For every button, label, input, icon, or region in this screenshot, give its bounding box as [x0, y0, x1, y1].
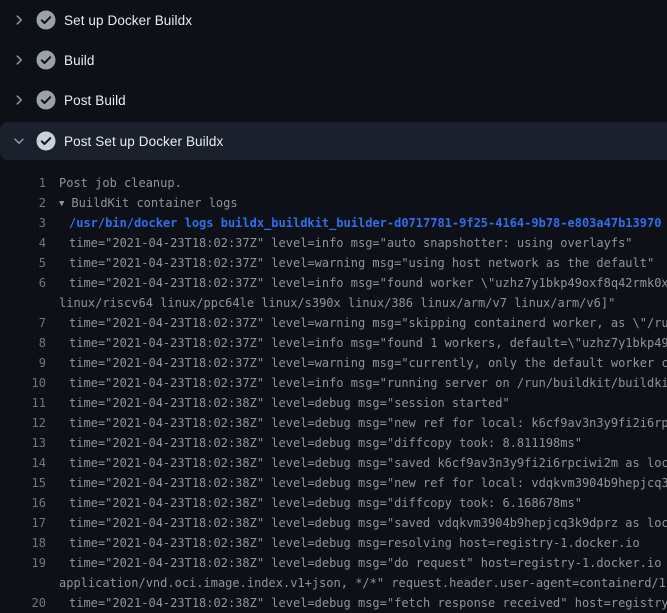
line-number[interactable]: 12 — [0, 413, 46, 433]
line-number[interactable]: 9 — [0, 353, 46, 373]
chevron-right-icon — [12, 93, 26, 107]
log-line: 5 time="2021-04-23T18:02:37Z" level=warni… — [0, 253, 667, 273]
log-viewer: 1 Post job cleanup. 2 ▼ BuildKit container l… — [0, 160, 667, 613]
log-line: 3/usr/bin/docker logs buildx_buildkit_bu… — [0, 213, 667, 233]
log-text: application/vnd.oci.image.index.v1+json,… — [59, 573, 667, 593]
log-line: 14 time="2021-04-23T18:02:38Z" level=debu… — [0, 453, 667, 473]
group-collapse-icon: ▼ — [59, 194, 64, 214]
log-line: 4 time="2021-04-23T18:02:37Z" level=info … — [0, 233, 667, 253]
line-number[interactable]: 17 — [0, 513, 46, 533]
log-line: 19 time="2021-04-23T18:02:38Z" level=debu… — [0, 553, 667, 573]
line-number — [0, 573, 46, 593]
log-line: linux/riscv64 linux/ppc64le linux/s390x … — [0, 293, 667, 313]
log-line: 17 time="2021-04-23T18:02:38Z" level=debu… — [0, 513, 667, 533]
log-line: 15 time="2021-04-23T18:02:38Z" level=debu… — [0, 473, 667, 493]
log-text: time="2021-04-23T18:02:37Z" level=warnin… — [69, 313, 667, 333]
log-command-text: /usr/bin/docker logs buildx_buildkit_bui… — [69, 213, 661, 233]
log-text: time="2021-04-23T18:02:38Z" level=debug … — [69, 433, 582, 453]
step-header-set-up-docker-buildx[interactable]: Set up Docker Buildx — [0, 0, 667, 40]
line-number[interactable]: 19 — [0, 553, 46, 573]
line-number[interactable]: 6 — [0, 273, 46, 293]
line-number[interactable]: 5 — [0, 253, 46, 273]
log-text: time="2021-04-23T18:02:38Z" level=debug … — [69, 553, 667, 573]
step-label: Post Set up Docker Buildx — [64, 134, 223, 149]
check-circle-icon — [36, 50, 56, 70]
chevron-right-icon — [12, 53, 26, 67]
log-text: linux/riscv64 linux/ppc64le linux/s390x … — [59, 293, 615, 313]
log-line: application/vnd.oci.image.index.v1+json,… — [0, 573, 667, 593]
log-line: 13 time="2021-04-23T18:02:38Z" level=debu… — [0, 433, 667, 453]
steps-list: Set up Docker Buildx Build Post Build Post … — [0, 0, 667, 160]
line-number[interactable]: 4 — [0, 233, 46, 253]
log-text: time="2021-04-23T18:02:38Z" level=debug … — [69, 393, 510, 413]
log-text: time="2021-04-23T18:02:37Z" level=warnin… — [69, 253, 654, 273]
log-text: time="2021-04-23T18:02:37Z" level=info m… — [69, 233, 633, 253]
step-label: Build — [64, 53, 95, 68]
line-number[interactable]: 11 — [0, 393, 46, 413]
line-number[interactable]: 13 — [0, 433, 46, 453]
line-number[interactable]: 2 — [0, 193, 46, 213]
line-number[interactable]: 14 — [0, 453, 46, 473]
log-line: 18 time="2021-04-23T18:02:38Z" level=debu… — [0, 533, 667, 553]
log-text: time="2021-04-23T18:02:38Z" level=debug … — [69, 533, 640, 553]
log-text: time="2021-04-23T18:02:38Z" level=debug … — [69, 493, 582, 513]
line-number[interactable]: 10 — [0, 373, 46, 393]
log-text: time="2021-04-23T18:02:37Z" level=warnin… — [69, 353, 667, 373]
line-number[interactable]: 7 — [0, 313, 46, 333]
check-circle-icon — [36, 131, 56, 151]
log-text: time="2021-04-23T18:02:37Z" level=info m… — [69, 373, 667, 393]
log-text: time="2021-04-23T18:02:38Z" level=debug … — [69, 593, 667, 613]
step-label: Post Build — [64, 93, 126, 108]
line-number[interactable]: 16 — [0, 493, 46, 513]
log-line: 12 time="2021-04-23T18:02:38Z" level=debu… — [0, 413, 667, 433]
line-number[interactable]: 20 — [0, 593, 46, 613]
log-group-title: BuildKit container logs — [71, 196, 237, 210]
log-line: 1 Post job cleanup. — [0, 173, 667, 193]
log-text: time="2021-04-23T18:02:38Z" level=debug … — [69, 473, 667, 493]
log-text: time="2021-04-23T18:02:38Z" level=debug … — [69, 413, 667, 433]
step-header-build[interactable]: Build — [0, 40, 667, 80]
log-line: 16 time="2021-04-23T18:02:38Z" level=debu… — [0, 493, 667, 513]
log-text: Post job cleanup. — [59, 173, 182, 193]
log-line: 11 time="2021-04-23T18:02:38Z" level=debu… — [0, 393, 667, 413]
chevron-right-icon — [12, 13, 26, 27]
log-group-toggle[interactable]: ▼ BuildKit container logs — [59, 193, 238, 213]
line-number[interactable]: 15 — [0, 473, 46, 493]
line-number[interactable]: 3 — [0, 213, 46, 233]
step-header-post-build[interactable]: Post Build — [0, 80, 667, 120]
log-line: 9 time="2021-04-23T18:02:37Z" level=warni… — [0, 353, 667, 373]
check-circle-icon — [36, 90, 56, 110]
line-number[interactable]: 18 — [0, 533, 46, 553]
chevron-down-icon — [12, 134, 26, 148]
step-header-post-set-up-docker-buildx[interactable]: Post Set up Docker Buildx — [0, 122, 667, 160]
log-line: 6 time="2021-04-23T18:02:37Z" level=info … — [0, 273, 667, 293]
log-text: time="2021-04-23T18:02:38Z" level=debug … — [69, 513, 667, 533]
log-line: 20 time="2021-04-23T18:02:38Z" level=debu… — [0, 593, 667, 613]
line-number — [0, 293, 46, 313]
log-line: 2 ▼ BuildKit container logs — [0, 193, 667, 213]
line-number[interactable]: 1 — [0, 173, 46, 193]
log-line: 10 time="2021-04-23T18:02:37Z" level=info… — [0, 373, 667, 393]
log-line: 8 time="2021-04-23T18:02:37Z" level=info … — [0, 333, 667, 353]
step-label: Set up Docker Buildx — [64, 13, 192, 28]
line-number[interactable]: 8 — [0, 333, 46, 353]
log-text: time="2021-04-23T18:02:38Z" level=debug … — [69, 453, 667, 473]
log-text: time="2021-04-23T18:02:37Z" level=info m… — [69, 273, 667, 293]
check-circle-icon — [36, 10, 56, 30]
log-line: 7 time="2021-04-23T18:02:37Z" level=warni… — [0, 313, 667, 333]
log-text: time="2021-04-23T18:02:37Z" level=info m… — [69, 333, 667, 353]
